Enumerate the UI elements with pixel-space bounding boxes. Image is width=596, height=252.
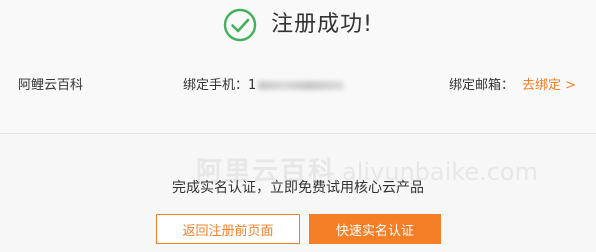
quick-verification-button[interactable]: 快速实名认证 [309, 214, 441, 244]
back-to-previous-button[interactable]: 返回注册前页面 [156, 214, 300, 244]
bound-email: 绑定邮箱： 去绑定 > [449, 77, 576, 95]
check-circle-icon [223, 8, 257, 42]
phone-prefix: 1 [248, 78, 257, 93]
brand-name: 阿鲤云百科 [18, 78, 84, 93]
bind-email-link[interactable]: 去绑定 > [522, 78, 576, 93]
divider [0, 133, 596, 134]
email-label: 绑定邮箱： [448, 78, 514, 93]
phone-number-blurred [258, 81, 345, 90]
success-title: 注册成功! [271, 12, 373, 37]
bound-phone: 绑定手机：1 [183, 77, 345, 95]
success-banner: 注册成功! [0, 6, 596, 44]
phone-label: 绑定手机： [183, 78, 249, 93]
promo-text: 完成实名认证，立即免费试用核心云产品 [172, 180, 424, 196]
